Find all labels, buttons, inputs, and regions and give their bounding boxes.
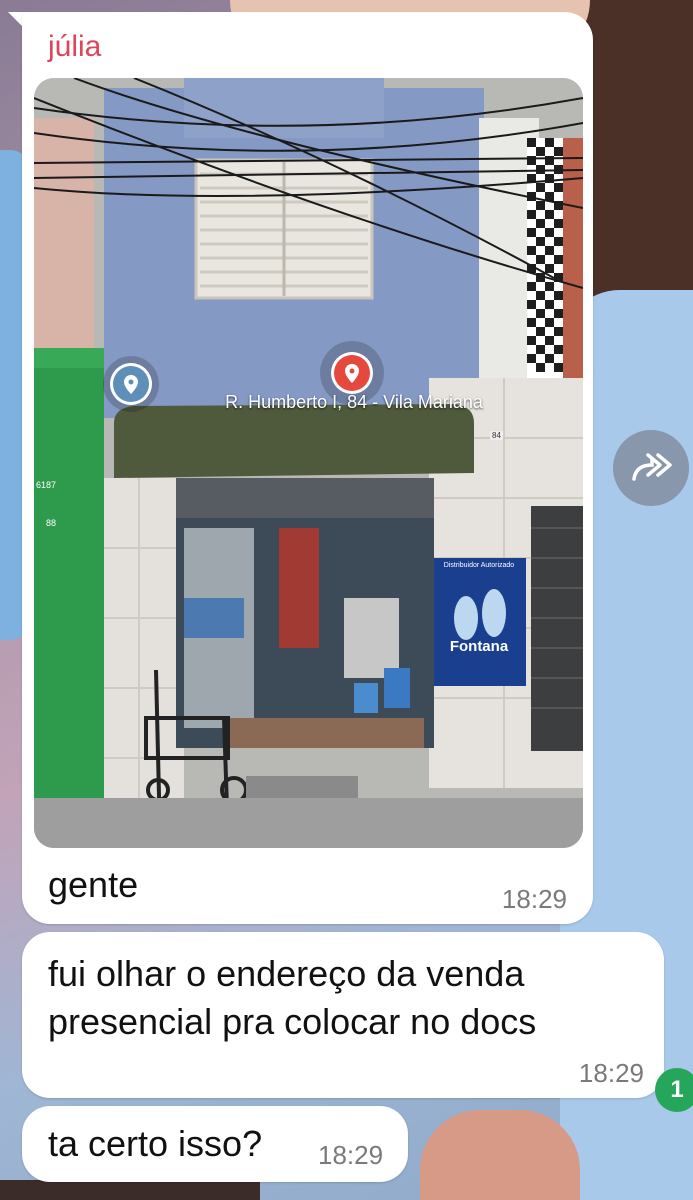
house-number-plate: 84 bbox=[490, 431, 503, 440]
message-time: 18:29 bbox=[318, 1140, 384, 1170]
message-bubble-image[interactable]: júlia R. Humberto I, 84 - Vila Mariana 8… bbox=[22, 12, 593, 924]
poster-heading: Distribuidor Autorizado bbox=[443, 562, 515, 569]
message-text: fui olhar o endereço da venda presencial… bbox=[48, 953, 537, 1042]
message-bubble[interactable]: ta certo isso? 18:29 bbox=[22, 1106, 408, 1182]
building-number-88: 88 bbox=[46, 518, 57, 528]
map-pin-left-icon[interactable] bbox=[103, 356, 159, 412]
building-number-6187: 6187 bbox=[36, 480, 57, 490]
forward-icon bbox=[632, 453, 672, 481]
street-view-photo[interactable]: R. Humberto I, 84 - Vila Mariana 84 6187… bbox=[34, 78, 583, 848]
message-time: 18:29 bbox=[578, 1058, 644, 1088]
message-text: ta certo isso? bbox=[48, 1123, 263, 1164]
forward-button[interactable] bbox=[613, 430, 689, 506]
wallpaper-hand bbox=[420, 1110, 580, 1200]
sender-name[interactable]: júlia bbox=[48, 30, 101, 64]
message-bubble[interactable]: fui olhar o endereço da venda presencial… bbox=[22, 932, 664, 1098]
poster-brand: Fontana bbox=[449, 638, 509, 655]
wallpaper-dark-strip bbox=[0, 1180, 260, 1200]
map-pin-label: R. Humberto I, 84 - Vila Mariana bbox=[225, 392, 483, 412]
unread-count-badge[interactable]: 1 bbox=[655, 1068, 693, 1112]
street-scene-image bbox=[34, 78, 583, 848]
message-text: gente bbox=[48, 864, 139, 905]
message-time: 18:29 bbox=[501, 884, 567, 914]
